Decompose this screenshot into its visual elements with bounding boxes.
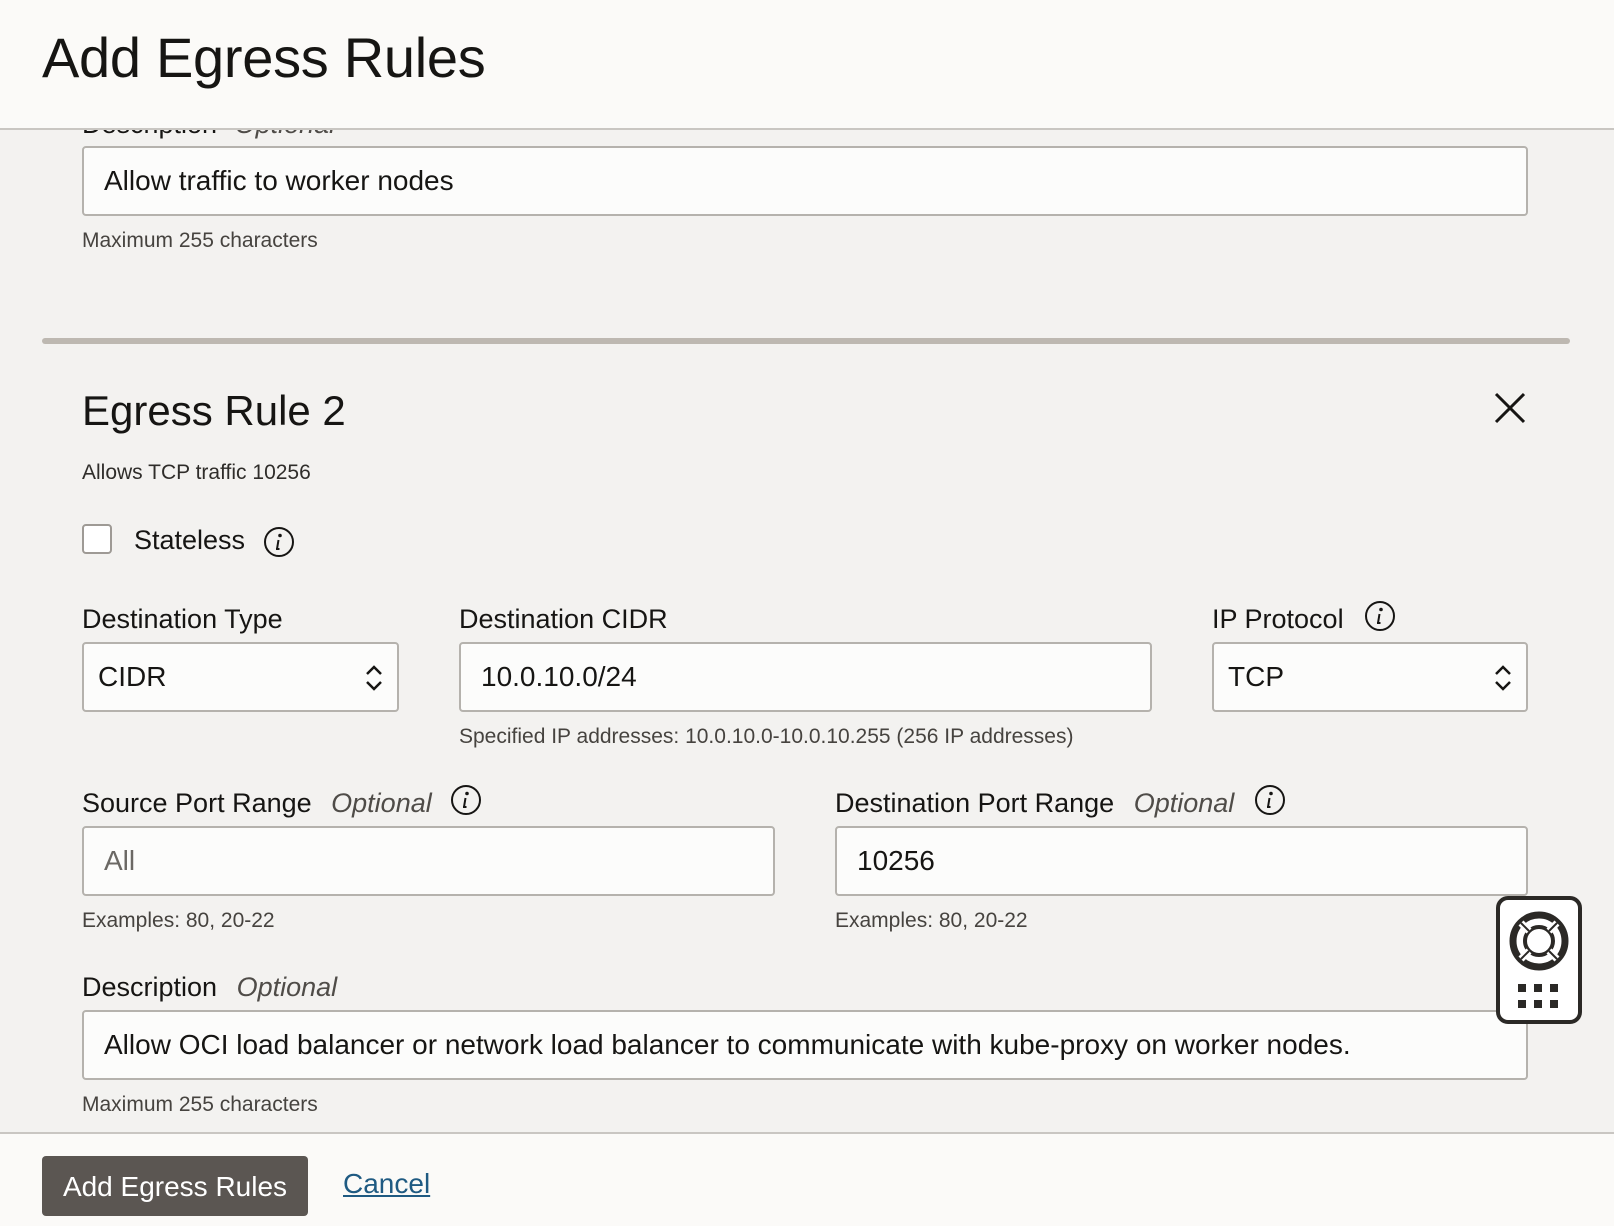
ip-protocol-label: IP Protocol bbox=[1212, 604, 1344, 634]
info-icon[interactable] bbox=[1254, 784, 1286, 816]
destination-cidr-input[interactable]: 10.0.10.0/24 bbox=[459, 642, 1152, 712]
page-title: Add Egress Rules bbox=[42, 26, 486, 89]
chevron-up-down-icon bbox=[1495, 665, 1511, 691]
source-port-help: Examples: 80, 20-22 bbox=[82, 909, 275, 932]
rules-form[interactable]: Description Optional Allow traffic to wo… bbox=[0, 130, 1614, 1132]
rule-divider bbox=[42, 338, 1570, 344]
rule1-description-value: Allow traffic to worker nodes bbox=[104, 165, 454, 196]
destination-type-label: Destination Type bbox=[82, 604, 283, 634]
destination-port-optional: Optional bbox=[1133, 788, 1235, 818]
rule2-description-value: Allow OCI load balancer or network load … bbox=[104, 1029, 1351, 1060]
rule1-description-input[interactable]: Allow traffic to worker nodes bbox=[82, 146, 1528, 216]
ip-protocol-value: TCP bbox=[1228, 661, 1284, 692]
rule1-description-label-text: Description bbox=[82, 130, 217, 139]
lifebuoy-icon bbox=[1509, 911, 1569, 971]
rule2-description-input[interactable]: Allow OCI load balancer or network load … bbox=[82, 1010, 1528, 1080]
destination-port-help: Examples: 80, 20-22 bbox=[835, 909, 1028, 932]
rule1-description-optional: Optional bbox=[235, 130, 336, 139]
destination-port-input[interactable]: 10256 bbox=[835, 826, 1528, 896]
info-icon[interactable] bbox=[1364, 600, 1396, 632]
cancel-link[interactable]: Cancel bbox=[343, 1164, 430, 1204]
stateless-checkbox[interactable] bbox=[82, 524, 112, 554]
close-icon[interactable] bbox=[1490, 388, 1530, 428]
destination-cidr-label: Destination CIDR bbox=[459, 604, 668, 634]
rule2-description-help: Maximum 255 characters bbox=[82, 1093, 318, 1116]
destination-port-value: 10256 bbox=[857, 845, 935, 876]
rule2-description-label: Description Optional bbox=[82, 971, 337, 1003]
rule1-description-label: Description Optional bbox=[82, 130, 335, 140]
rule2-description-label-text: Description bbox=[82, 972, 218, 1002]
panel-footer: Add Egress Rules Cancel bbox=[0, 1132, 1614, 1226]
info-icon[interactable] bbox=[450, 784, 482, 816]
destination-port-label: Destination Port Range Optional bbox=[835, 787, 1234, 819]
source-port-optional: Optional bbox=[331, 788, 432, 818]
source-port-placeholder: All bbox=[104, 845, 136, 876]
destination-type-select[interactable]: CIDR bbox=[82, 642, 399, 712]
destination-cidr-value: 10.0.10.0/24 bbox=[481, 661, 637, 692]
rule2-description-optional: Optional bbox=[236, 972, 338, 1002]
panel-header: Add Egress Rules bbox=[0, 0, 1614, 130]
source-port-input[interactable]: All bbox=[82, 826, 775, 896]
destination-port-label-text: Destination Port Range bbox=[835, 788, 1115, 818]
source-port-label: Source Port Range Optional bbox=[82, 787, 432, 819]
rule2-summary: Allows TCP traffic 10256 bbox=[82, 461, 311, 484]
rule1-description-help: Maximum 255 characters bbox=[82, 229, 318, 252]
help-widget[interactable] bbox=[1496, 896, 1582, 1024]
dots-grid-icon bbox=[1518, 984, 1558, 1008]
chevron-up-down-icon bbox=[366, 665, 382, 691]
destination-type-value: CIDR bbox=[98, 661, 167, 692]
stateless-label: Stateless bbox=[134, 525, 246, 555]
rule2-title: Egress Rule 2 bbox=[82, 387, 346, 434]
source-port-label-text: Source Port Range bbox=[82, 788, 312, 818]
destination-cidr-help: Specified IP addresses: 10.0.10.0-10.0.1… bbox=[459, 725, 1074, 748]
ip-protocol-select[interactable]: TCP bbox=[1212, 642, 1528, 712]
info-icon[interactable] bbox=[263, 526, 295, 558]
add-egress-rules-button[interactable]: Add Egress Rules bbox=[42, 1156, 308, 1216]
